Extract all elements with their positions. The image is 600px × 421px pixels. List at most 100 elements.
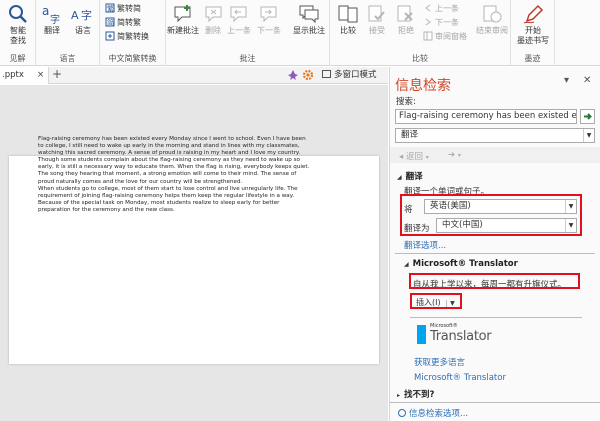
research-options-icon bbox=[398, 409, 406, 417]
slide-text-line: to college, I still need to wake up earl… bbox=[38, 143, 300, 150]
back-arrow-icon: ◂ bbox=[399, 152, 404, 162]
simp-to-trad-icon: 简 bbox=[105, 17, 115, 27]
microsoft-translator-logo: Microsoft® Translator bbox=[417, 323, 497, 346]
accept-icon bbox=[365, 3, 389, 25]
microsoft-translator-link[interactable]: Microsoft® Translator bbox=[414, 373, 506, 383]
slide-text-line: Though some students complain about the … bbox=[38, 157, 300, 164]
multi-window-mode-button[interactable]: 多窗口模式 bbox=[322, 67, 377, 83]
reviewing-pane-button[interactable]: 审阅窗格 bbox=[423, 31, 467, 43]
slide-text-line: Flag-raising ceremony has been existed e… bbox=[38, 136, 306, 142]
forward-button[interactable]: ➔ ▾ bbox=[448, 150, 461, 160]
show-comments-button[interactable]: 显示批注 bbox=[290, 3, 328, 36]
forward-dropdown-icon: ▾ bbox=[457, 152, 461, 159]
back-button[interactable]: ◂ 返回 ▾ bbox=[399, 150, 429, 162]
new-comment-button[interactable]: 新建批注 bbox=[164, 3, 202, 36]
slide-text-line: watching this sacred ceremony. A sense o… bbox=[38, 150, 301, 157]
expand-icon: ▸ bbox=[397, 392, 401, 399]
search-arrow-icon bbox=[584, 113, 592, 120]
svg-text:a: a bbox=[42, 4, 49, 18]
slide-text-box[interactable]: Flag-raising ceremony has been existed e… bbox=[38, 136, 328, 214]
slide-text-line: When students go to college, most of the… bbox=[38, 185, 298, 192]
forward-arrow-icon: ➔ bbox=[448, 150, 456, 160]
pen-icon bbox=[521, 3, 545, 25]
trad-to-simp-icon: 繁 bbox=[105, 3, 115, 13]
ribbon: 智能 查找 见解 a字 翻译 A字 语言 语言 繁繁转简 简简转繁 简繁转换 中… bbox=[0, 0, 600, 66]
settings-gear-icon[interactable] bbox=[302, 69, 314, 81]
collapse-icon: ◢ bbox=[404, 261, 409, 268]
insights-group: 智能 查找 见解 bbox=[0, 0, 36, 66]
compare-group: 比较 接受 拒绝 上一条 下一条 审阅窗格 结束审阅 比较 bbox=[330, 0, 511, 66]
smart-lookup-icon bbox=[6, 3, 30, 25]
new-comment-icon bbox=[171, 3, 195, 25]
chevron-down-icon: ▼ bbox=[583, 129, 594, 142]
document-tab-bar: .pptx × + 多窗口模式 bbox=[0, 67, 388, 84]
delete-comment-button[interactable]: 删除 bbox=[202, 3, 224, 36]
svg-text:字: 字 bbox=[81, 8, 92, 22]
highlight-box bbox=[400, 194, 582, 236]
close-pane-icon[interactable]: ✕ bbox=[583, 75, 591, 86]
reject-button[interactable]: 拒绝 bbox=[392, 3, 420, 36]
translate-section-header[interactable]: ◢ 翻译 bbox=[397, 170, 423, 182]
end-review-button[interactable]: 结束审阅 bbox=[474, 3, 510, 36]
slide-text-line: The song they hearing that moment, a str… bbox=[38, 171, 297, 178]
compare-button[interactable]: 比较 bbox=[336, 3, 360, 36]
next-change-button[interactable]: 下一条 bbox=[423, 17, 459, 29]
slide-text-line: Because of the special task on Monday, m… bbox=[38, 199, 280, 206]
divider bbox=[390, 402, 600, 403]
smart-lookup-button[interactable]: 智能 查找 bbox=[4, 3, 32, 46]
reject-icon bbox=[394, 3, 418, 25]
pane-options-icon[interactable]: ▾ bbox=[564, 75, 569, 86]
service-select[interactable]: 翻译 ▼ bbox=[395, 128, 595, 143]
back-dropdown-icon: ▾ bbox=[425, 154, 429, 161]
next-comment-button[interactable]: 下一条 bbox=[256, 3, 282, 36]
slide-text-line: requirement of joining flag-raising cere… bbox=[38, 192, 295, 199]
translate-icon: a字 bbox=[40, 3, 64, 25]
next-comment-icon bbox=[257, 3, 281, 25]
svg-text:A: A bbox=[71, 9, 79, 22]
divider bbox=[410, 317, 582, 318]
chinese-conversion-group: 繁繁转简 简简转繁 简繁转换 中文简繁转换 bbox=[100, 0, 166, 66]
reviewing-pane-icon bbox=[423, 31, 433, 41]
translate-button[interactable]: a字 翻译 bbox=[40, 3, 64, 36]
language-group: a字 翻译 A字 语言 语言 bbox=[36, 0, 100, 66]
highlight-box bbox=[410, 293, 462, 309]
not-found-header[interactable]: ▸ 找不到? bbox=[397, 388, 434, 400]
highlight-box bbox=[409, 273, 580, 289]
search-go-button[interactable] bbox=[580, 109, 595, 124]
new-tab-icon[interactable]: + bbox=[52, 67, 62, 82]
collapse-icon: ◢ bbox=[397, 174, 402, 181]
svg-text:字: 字 bbox=[50, 13, 60, 25]
divider bbox=[395, 253, 595, 254]
slide-text-line: proud naturally comes and the love for o… bbox=[38, 178, 243, 185]
start-inking-button[interactable]: 开始 墨迹书写 bbox=[513, 3, 553, 46]
research-pane: 信息检索 ▾ ✕ 搜索: Flag-raising ceremony has b… bbox=[389, 67, 600, 421]
end-review-icon bbox=[480, 3, 504, 25]
previous-change-button[interactable]: 上一条 bbox=[423, 3, 459, 15]
compare-icon bbox=[336, 3, 360, 25]
ink-group: 开始 墨迹书写 墨迹 bbox=[511, 0, 555, 66]
simp-to-trad-button[interactable]: 简简转繁 bbox=[105, 17, 141, 29]
previous-comment-button[interactable]: 上一条 bbox=[226, 3, 252, 36]
language-button[interactable]: A字 语言 bbox=[70, 3, 96, 36]
document-tab[interactable]: .pptx × bbox=[0, 67, 49, 84]
translate-options-link[interactable]: 翻译选项... bbox=[404, 239, 446, 251]
window-icon bbox=[322, 70, 331, 78]
close-tab-icon[interactable]: × bbox=[37, 67, 44, 83]
simp-trad-convert-button[interactable]: 简繁转换 bbox=[105, 31, 149, 43]
pane-title: 信息检索 bbox=[395, 78, 451, 94]
accept-button[interactable]: 接受 bbox=[364, 3, 390, 36]
pin-icon[interactable] bbox=[287, 69, 299, 81]
microsoft-translator-header[interactable]: ◢ Microsoft® Translator bbox=[404, 259, 518, 269]
more-languages-link[interactable]: 获取更多语言 bbox=[414, 356, 465, 368]
trad-to-simp-button[interactable]: 繁繁转简 bbox=[105, 3, 141, 15]
slide-text-line: early, it is still a necessary way to ed… bbox=[38, 164, 310, 171]
delete-comment-icon bbox=[202, 3, 226, 25]
slide-text-line: preparation for the ceremony and the new… bbox=[38, 206, 175, 213]
search-label: 搜索: bbox=[396, 97, 416, 107]
search-input[interactable]: Flag-raising ceremony has been existed e… bbox=[395, 109, 577, 124]
svg-text:繁: 繁 bbox=[107, 4, 114, 13]
svg-text:简: 简 bbox=[107, 18, 114, 27]
comments-group: 新建批注 删除 上一条 下一条 显示批注 批注 bbox=[166, 0, 330, 66]
research-options-link[interactable]: 信息检索选项... bbox=[398, 407, 468, 419]
previous-comment-icon bbox=[227, 3, 251, 25]
